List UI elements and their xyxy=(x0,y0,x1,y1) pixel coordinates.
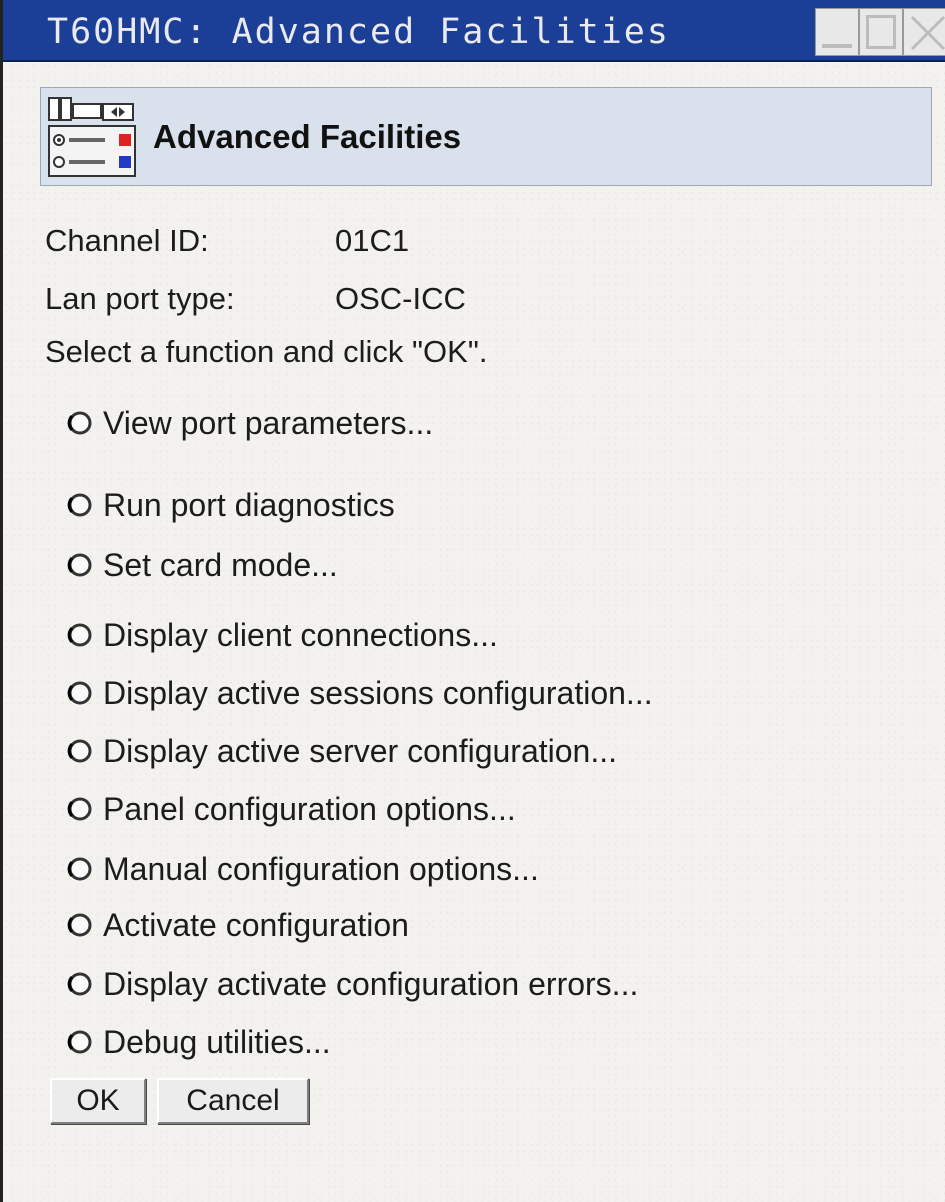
radio-button-icon[interactable] xyxy=(67,492,93,518)
option-label: Display client connections... xyxy=(103,617,498,653)
radio-button-icon[interactable] xyxy=(67,680,93,706)
option-label: Display active server configuration... xyxy=(103,733,617,769)
radio-button-icon[interactable] xyxy=(67,796,93,822)
option-label: View port parameters... xyxy=(103,405,434,441)
option-label: Display active sessions configuration... xyxy=(103,675,653,711)
option-label: Run port diagnostics xyxy=(103,487,395,523)
close-button[interactable] xyxy=(903,8,945,56)
radio-button-icon[interactable] xyxy=(67,856,93,882)
radio-button-icon[interactable] xyxy=(67,971,93,997)
close-icon xyxy=(910,15,945,51)
radio-button-icon[interactable] xyxy=(67,552,93,578)
option-label: Panel configuration options... xyxy=(103,791,516,827)
lan-port-row: Lan port type: OSC-ICC xyxy=(45,281,466,317)
window-title: T60HMC: Advanced Facilities xyxy=(47,12,670,52)
radio-button-icon[interactable] xyxy=(67,912,93,938)
radio-button-icon[interactable] xyxy=(67,1029,93,1055)
cancel-button[interactable]: Cancel xyxy=(157,1078,309,1124)
control-panel-icon xyxy=(48,97,136,177)
option-label: Debug utilities... xyxy=(103,1024,331,1060)
minimize-button[interactable] xyxy=(815,8,859,56)
maximize-button[interactable] xyxy=(859,8,903,56)
radio-button-icon[interactable] xyxy=(67,410,93,436)
option-label: Activate configuration xyxy=(103,907,409,943)
option-label: Display activate configuration errors... xyxy=(103,966,639,1002)
radio-button-icon[interactable] xyxy=(67,622,93,648)
title-bar[interactable]: T60HMC: Advanced Facilities xyxy=(3,0,945,62)
header-title: Advanced Facilities xyxy=(153,118,462,155)
ok-button[interactable]: OK xyxy=(50,1078,146,1124)
option-label: Set card mode... xyxy=(103,547,338,583)
option-label: Manual configuration options... xyxy=(103,851,539,887)
lan-port-value: OSC-ICC xyxy=(335,281,466,316)
channel-id-row: Channel ID: 01C1 xyxy=(45,223,409,259)
header-panel: Advanced Facilities xyxy=(40,87,932,186)
lan-port-label: Lan port type: xyxy=(45,281,235,316)
radio-button-icon[interactable] xyxy=(67,738,93,764)
instruction-text: Select a function and click "OK". xyxy=(45,334,488,369)
channel-id-label: Channel ID: xyxy=(45,223,209,258)
channel-id-value: 01C1 xyxy=(335,223,410,258)
dialog-window: T60HMC: Advanced Facilities Advanced Fac… xyxy=(0,0,945,1202)
